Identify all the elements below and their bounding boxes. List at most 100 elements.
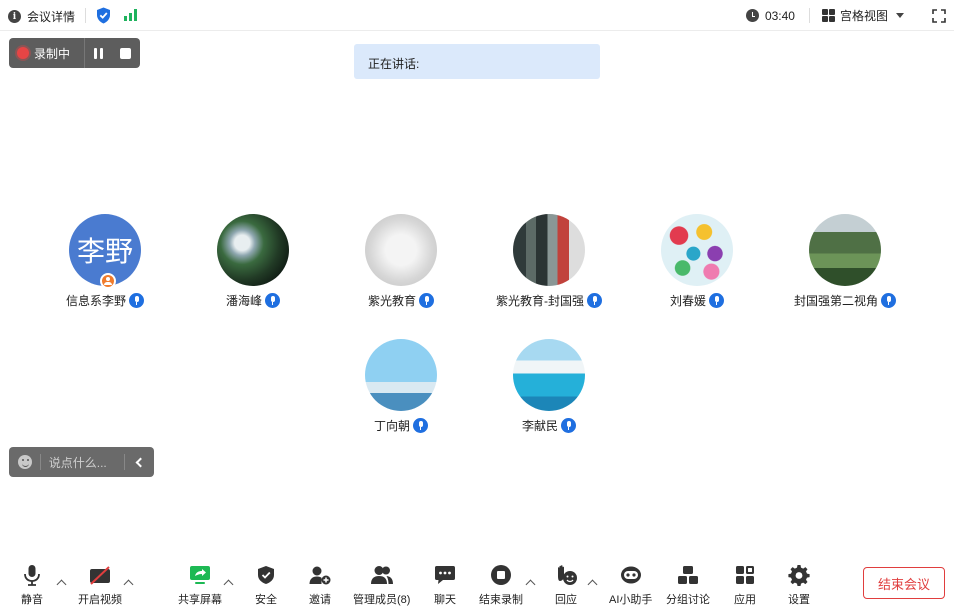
stop-recording-button[interactable] [111,38,139,68]
chat-bubble-icon [435,566,455,584]
view-label: 宫格视图 [839,9,888,23]
chevron-up-icon[interactable] [587,579,598,590]
ai-assistant-label: AI小助手 [609,594,653,606]
emoji-icon[interactable] [18,455,32,469]
reactions-button[interactable]: 回应 [554,563,578,607]
participant-tile[interactable]: 紫光教育 [326,214,476,309]
members-label: 管理成员(8) [353,594,411,606]
reactions-label: 回应 [555,594,577,606]
chevron-up-icon[interactable] [123,579,134,590]
participant-tile[interactable]: 封国强第二视角 [770,214,920,309]
add-user-icon [309,566,331,585]
mic-icon [419,293,434,308]
record-dot-icon [17,47,29,59]
mic-icon [265,293,280,308]
meeting-info-label: 会议详情 [27,10,76,24]
participant-name: 信息系李野 [65,294,126,308]
participant-name: 潘海峰 [225,294,262,308]
participant-tile[interactable]: 潘海峰 [178,214,328,309]
apps-button[interactable]: 应用 [733,563,757,607]
participant-name: 刘春媛 [669,294,706,308]
recording-controls: 录制中 [9,38,140,68]
members-icon [370,566,393,584]
participant-name: 李献民 [521,419,558,433]
chevron-left-icon [135,457,146,467]
invite-button[interactable]: 邀请 [308,563,332,607]
end-meeting-button[interactable]: 结束会议 [863,567,945,599]
participant-tile[interactable]: 李献民 [474,339,624,434]
breakout-icon [678,566,698,584]
participant-tile[interactable]: 李野 信息系李野 [30,214,180,309]
fullscreen-icon[interactable] [932,8,946,23]
stop-icon [119,47,131,59]
mic-icon [709,293,724,308]
manage-members-button[interactable]: 管理成员(8) [353,563,410,607]
collapse-chat-button[interactable] [125,457,154,467]
divider [39,454,41,470]
security-shield-icon [258,566,274,584]
wave-hand-icon [558,565,577,585]
meeting-timer: 03:40 [745,8,795,23]
caret-down-icon [896,13,904,18]
participant-name: 紫光教育-封国强 [496,294,584,308]
invite-label: 邀请 [309,594,331,606]
stop-record-icon [491,565,511,585]
view-switcher[interactable]: 宫格视图 [821,7,904,24]
recording-label: 录制中 [34,46,71,61]
shield-icon[interactable] [96,7,111,24]
share-label: 共享屏幕 [178,594,222,606]
avatar-initials: 李野 [76,235,133,268]
host-icon [100,273,116,289]
video-off-icon [90,566,110,585]
chevron-up-icon[interactable] [525,579,536,590]
divider [85,8,86,23]
apps-label: 应用 [734,594,756,606]
avatar [661,214,733,286]
grid-view-icon [821,9,835,22]
microphone-icon [24,565,40,586]
chat-input[interactable]: 说点什么... [49,454,116,471]
gear-icon [788,565,810,586]
video-label: 开启视频 [78,594,122,606]
breakout-label: 分组讨论 [666,594,710,606]
avatar [513,339,585,411]
participant-tile[interactable]: 紫光教育-封国强 [474,214,624,309]
mic-icon [413,418,428,433]
participant-tile[interactable]: 刘春媛 [622,214,772,309]
mic-icon [881,293,896,308]
chevron-up-icon[interactable] [56,579,67,590]
pause-recording-button[interactable] [85,38,111,68]
settings-label: 设置 [788,594,810,606]
start-video-button[interactable]: 开启视频 [78,563,122,607]
mic-icon [587,293,602,308]
avatar: 李野 [69,214,141,289]
bottom-toolbar: 静音 开启视频 共享屏幕 安全 邀请 管理成员(8) 聊天 结束录制 回应 AI… [0,556,954,608]
mute-button[interactable]: 静音 [20,563,44,607]
chat-button[interactable]: 聊天 [433,563,457,607]
divider [808,8,810,23]
participant-name: 封国强第二视角 [793,294,878,308]
end-recording-label: 结束录制 [479,594,523,606]
security-label: 安全 [255,594,277,606]
info-icon: i [8,10,21,23]
avatar [365,214,437,286]
settings-button[interactable]: 设置 [787,563,811,607]
security-button[interactable]: 安全 [254,563,278,607]
chat-label: 聊天 [434,594,456,606]
mute-label: 静音 [21,594,43,606]
clock-icon [745,9,759,22]
timer-text: 03:40 [764,8,795,23]
chevron-up-icon[interactable] [223,579,234,590]
breakout-rooms-button[interactable]: 分组讨论 [666,563,710,607]
ai-robot-icon [620,566,641,584]
meeting-info-button[interactable]: i 会议详情 [8,8,75,25]
avatar [365,339,437,411]
recording-status: 录制中 [9,38,85,68]
share-screen-button[interactable]: 共享屏幕 [178,563,222,607]
network-signal-icon[interactable] [124,9,137,21]
participant-tile[interactable]: 丁向朝 [326,339,476,434]
mic-icon [129,293,144,308]
avatar [809,214,881,286]
ai-assistant-button[interactable]: AI小助手 [609,563,652,607]
end-recording-button[interactable]: 结束录制 [479,563,523,607]
